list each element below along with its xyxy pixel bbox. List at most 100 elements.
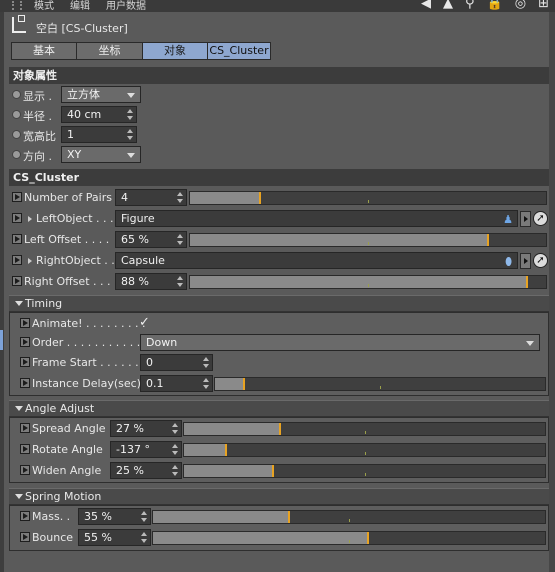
menu-mode[interactable]: 模式 [34,0,54,12]
stepper-icon[interactable] [177,192,183,203]
slider-knob[interactable] [242,378,245,390]
group-spring-motion[interactable]: Spring Motion [9,488,549,505]
right-offset-slider[interactable] [189,275,547,289]
figure-icon: ♟ [503,213,513,226]
menu-edit[interactable]: 编辑 [70,0,90,12]
left-object-link-field[interactable]: Figure ♟ [115,210,518,227]
mass-input[interactable]: 35 % [78,508,151,525]
stepper-icon[interactable] [141,532,147,543]
aspect-label: 宽高比 [23,130,56,143]
tab-coordinates[interactable]: 坐标 [76,42,143,60]
radius-input[interactable]: 40 cm [61,106,137,123]
animate-icon[interactable] [12,213,22,223]
animate-icon[interactable] [12,192,22,202]
row-bounce: Bounce 55 % [9,528,549,549]
scrollbar[interactable] [549,12,555,572]
new-panel-icon[interactable]: ⊞ [538,0,549,11]
group-timing[interactable]: Timing [9,295,549,312]
animate-radio[interactable] [12,130,21,139]
animate-icon[interactable] [20,337,30,347]
pick-arrow-icon[interactable]: ➚ [533,253,548,268]
stepper-icon[interactable] [177,234,183,245]
pairs-input[interactable]: 4 [115,189,187,206]
left-offset-slider[interactable] [189,233,547,247]
slider-knob[interactable] [288,511,291,523]
stepper-icon[interactable] [127,129,133,140]
stepper-icon[interactable] [127,109,133,120]
slider-tick [368,284,369,287]
animate-radio[interactable] [12,110,21,119]
slider-knob[interactable] [272,465,275,477]
chevron-right-icon[interactable] [28,258,32,264]
spread-angle-slider[interactable] [183,422,546,436]
bounce-input[interactable]: 55 % [78,529,151,546]
animate-icon[interactable] [20,465,30,475]
chevron-right-icon[interactable] [28,216,32,222]
row-display: 显示 . 立方体 [9,85,549,106]
spread-angle-input[interactable]: 27 % [110,420,182,437]
animate-icon[interactable] [12,255,22,265]
rotate-angle-slider[interactable] [183,443,546,457]
slider-knob[interactable] [225,444,228,456]
tab-basic[interactable]: 基本 [11,42,77,60]
up-arrow-icon[interactable]: ▲ [443,0,453,11]
animate-radio[interactable] [12,150,21,159]
animate-icon[interactable] [20,378,30,388]
frame-start-label: Frame Start . . . . . . . [32,356,146,369]
animate-icon[interactable] [20,318,30,328]
pick-arrow-icon[interactable]: ➚ [533,211,548,226]
pairs-slider[interactable] [189,191,547,205]
bounce-slider[interactable] [152,531,546,545]
tab-object[interactable]: 对象 [142,42,208,60]
stepper-icon[interactable] [177,276,183,287]
stepper-icon[interactable] [172,444,178,455]
order-dropdown[interactable]: Down [140,334,540,351]
group-angle-adjust[interactable]: Angle Adjust [9,400,549,417]
slider-knob[interactable] [526,276,529,288]
order-value: Down [146,336,178,349]
frame-start-input[interactable]: 0 [140,354,213,371]
slider-knob[interactable] [259,192,262,204]
stepper-icon[interactable] [203,378,209,389]
left-offset-input[interactable]: 65 % [115,231,187,248]
direction-dropdown[interactable]: XY [61,146,141,163]
stepper-icon[interactable] [172,465,178,476]
mass-label: Mass. . [32,510,71,523]
slider-knob[interactable] [366,532,369,544]
slider-knob[interactable] [279,423,282,435]
animate-icon[interactable] [20,511,30,521]
right-object-value: Capsule [121,254,165,267]
animate-icon[interactable] [20,444,30,454]
slider-knob[interactable] [487,234,490,246]
lock-icon[interactable]: 🔒 [487,0,503,11]
tab-cs-cluster[interactable]: CS_Cluster [207,42,271,60]
mass-slider[interactable] [152,510,546,524]
stepper-icon[interactable] [172,423,178,434]
target-icon[interactable]: ◎ [515,0,526,11]
menu-user-data[interactable]: 用户数据 [106,0,146,12]
stepper-icon[interactable] [141,511,147,522]
animate-icon[interactable] [20,423,30,433]
animate-checkbox[interactable]: ✓ [139,315,150,330]
object-title-bar: 空白 [CS-Cluster] [6,14,549,38]
display-dropdown[interactable]: 立方体 [61,86,141,103]
instance-delay-input[interactable]: 0.1 [140,375,213,392]
animate-icon[interactable] [12,234,22,244]
right-offset-input[interactable]: 88 % [115,273,187,290]
right-object-link-field[interactable]: Capsule ⬮ [115,252,518,269]
aspect-input[interactable]: 1 [61,126,137,143]
widen-angle-slider[interactable] [183,464,546,478]
animate-icon[interactable] [20,532,30,542]
stepper-icon[interactable] [203,357,209,368]
link-menu-button[interactable] [520,211,531,227]
search-icon[interactable]: ⚲ [465,0,475,11]
instance-delay-slider[interactable] [214,377,546,391]
animate-icon[interactable] [12,276,22,286]
grip-icon[interactable] [12,1,22,10]
animate-radio[interactable] [12,90,21,99]
animate-icon[interactable] [20,357,30,367]
back-arrow-icon[interactable]: ◀ [421,0,431,11]
rotate-angle-input[interactable]: -137 ° [110,441,182,458]
link-menu-button[interactable] [520,253,531,269]
widen-angle-input[interactable]: 25 % [110,462,182,479]
